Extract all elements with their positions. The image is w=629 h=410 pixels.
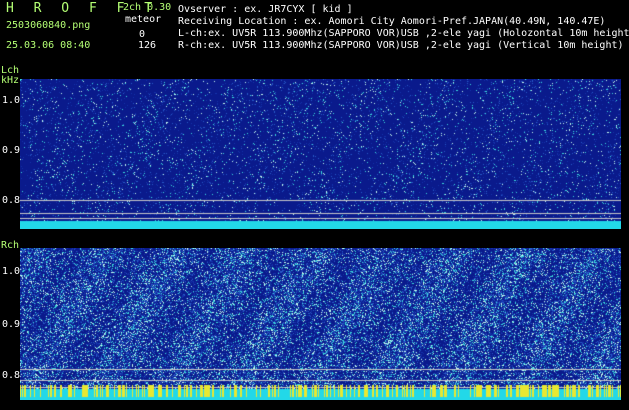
version-label: 2ch 0.30 — [123, 2, 172, 13]
rch-ytick-0-8: 0.8 — [2, 370, 21, 381]
detect-type-label: meteor — [125, 14, 162, 25]
lch-ytick-0-8: 0.8 — [2, 195, 21, 206]
rch-ytick-1-0: 1.0 — [2, 266, 21, 277]
datetime-label: 25.03.06 08:40 — [6, 40, 91, 51]
observer-info: Ovserver : ex. JR7CYX [ kid ] — [178, 4, 353, 15]
rch-count: 126 — [138, 40, 157, 51]
filename-label: 2503060840.png — [6, 20, 91, 31]
lch-ytick-0-9: 0.9 — [2, 145, 21, 156]
lch-config-info: L-ch:ex. UV5R 113.900Mhz(SAPPORO VOR)USB… — [178, 28, 629, 39]
rch-spectrogram — [20, 248, 621, 400]
rch-label: Rch — [1, 240, 20, 251]
lch-spectrogram — [20, 79, 621, 229]
lch-count: 0 — [139, 29, 146, 40]
lch-unit-label: kHz — [1, 75, 20, 86]
lch-ytick-1-0: 1.0 — [2, 95, 21, 106]
rch-ytick-0-9: 0.9 — [2, 319, 21, 330]
location-info: Receiving Location : ex. Aomori City Aom… — [178, 16, 606, 27]
rch-config-info: R-ch:ex. UV5R 113.900Mhz(SAPPORO VOR)USB… — [178, 40, 624, 51]
